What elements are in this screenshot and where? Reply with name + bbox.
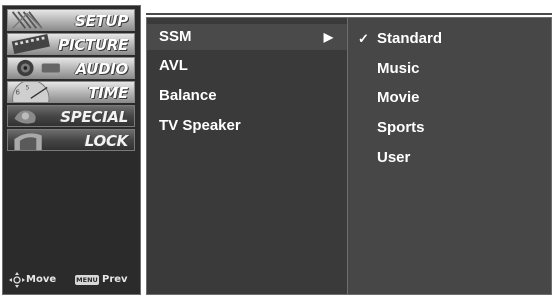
lock-icon [14, 133, 42, 150]
navigation-hint: Move MENU Prev [9, 272, 139, 288]
menu-item-label: TIME [88, 84, 128, 102]
submenu-item-ssm[interactable]: SSM ▶ [147, 24, 347, 50]
main-menu: SETUP PICTURE AUDIO 6 5 TIME SPECIAL LOC… [2, 5, 141, 295]
option-label: User [377, 149, 411, 166]
submenu-item-avl[interactable]: AVL [147, 53, 347, 79]
audio-icon [17, 59, 60, 77]
arrow-right-icon: ▶ [323, 30, 333, 44]
menu-item-setup[interactable]: SETUP [7, 9, 135, 31]
option-sports[interactable]: Sports [348, 114, 548, 142]
menu-key-icon: MENU [75, 275, 99, 285]
option-label: Standard [377, 30, 443, 47]
menu-item-label: AUDIO [75, 60, 129, 78]
audio-submenu: SSM ▶ AVL Balance TV Speaker [146, 17, 348, 295]
option-label: Movie [377, 89, 420, 106]
dpad-icon [9, 272, 25, 288]
option-standard[interactable]: ✓ Standard [348, 25, 548, 53]
ssm-options-panel: ✓ Standard Music Movie Sports User [348, 17, 552, 295]
move-hint-label: Move [26, 274, 57, 285]
menu-item-label: LOCK [84, 132, 129, 150]
menu-item-label: SPECIAL [60, 108, 128, 126]
menu-item-special[interactable]: SPECIAL [7, 105, 135, 127]
submenu-item-label: SSM [159, 28, 192, 45]
checkmark-icon: ✓ [358, 31, 369, 46]
option-movie[interactable]: Movie [348, 84, 548, 112]
option-music[interactable]: Music [348, 55, 548, 83]
submenu-item-label: AVL [159, 57, 188, 74]
option-label: Music [377, 60, 420, 77]
svg-text:6: 6 [15, 88, 20, 97]
prev-hint-label: Prev [102, 274, 128, 285]
setup-icon [11, 11, 43, 29]
option-label: Sports [377, 119, 425, 136]
menu-item-label: SETUP [75, 12, 128, 30]
menu-item-audio[interactable]: AUDIO [7, 57, 135, 79]
option-user[interactable]: User [348, 144, 548, 172]
menu-item-picture[interactable]: PICTURE [7, 33, 135, 55]
menu-item-time[interactable]: 6 5 TIME [7, 81, 135, 103]
menu-item-lock[interactable]: LOCK [7, 129, 135, 151]
menu-item-label: PICTURE [58, 36, 128, 54]
submenu-item-tv-speaker[interactable]: TV Speaker [147, 113, 347, 139]
submenu-item-balance[interactable]: Balance [147, 83, 347, 109]
submenu-item-label: Balance [159, 87, 217, 104]
time-icon: 6 5 [12, 82, 50, 102]
menu-divider [146, 13, 552, 15]
submenu-item-label: TV Speaker [159, 117, 241, 134]
svg-text:5: 5 [25, 84, 29, 91]
